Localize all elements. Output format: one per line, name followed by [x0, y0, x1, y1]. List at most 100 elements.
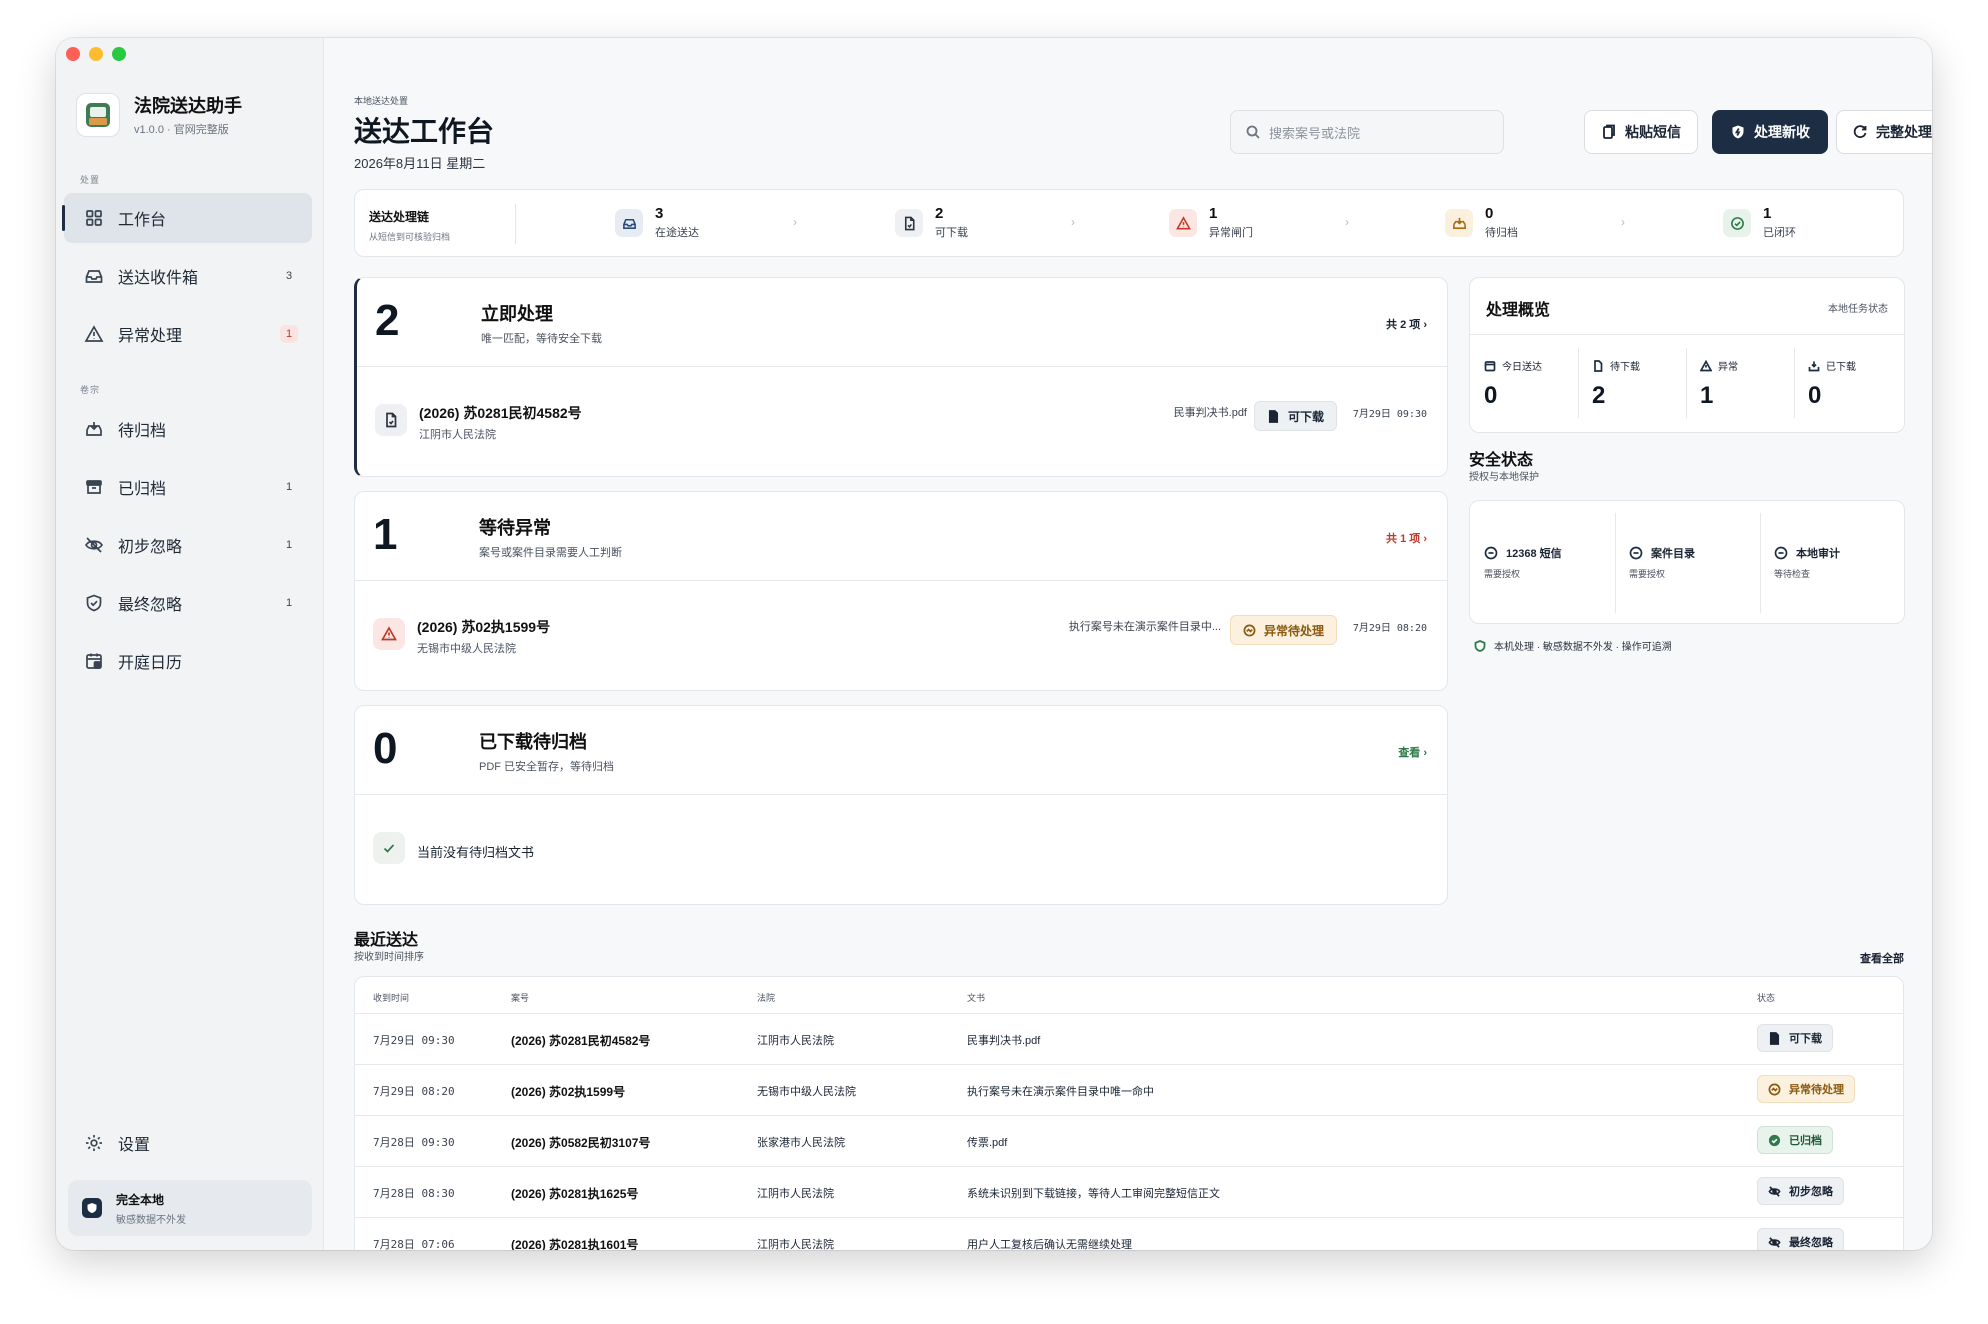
status-badge[interactable]: 可下载	[1757, 1024, 1833, 1052]
minimize-window-button[interactable]	[89, 47, 103, 61]
exception-chip-button[interactable]: 异常待处理	[1229, 615, 1337, 645]
handshake-icon	[1243, 624, 1256, 636]
check-circle-icon	[1768, 1134, 1781, 1146]
security-audit[interactable]: 本地审计 等待检查	[1760, 501, 1905, 625]
security-title: 安全状态	[1469, 452, 1534, 469]
table-row[interactable]: 7月29日 09:30 (2026) 苏0281民初4582号 江阴市人民法院 …	[355, 1014, 1903, 1065]
chain-title: 送达处理链	[369, 210, 430, 224]
sidebar-item-archived[interactable]: 已归档 1	[64, 462, 312, 512]
paste-sms-button[interactable]: 粘贴短信	[1584, 110, 1698, 154]
warning-icon	[84, 325, 104, 342]
overview-value: 2	[1592, 382, 1606, 409]
archive-view-link[interactable]: 查看 ›	[1398, 744, 1427, 760]
document-name: 执行案号未在演示案件目录中...	[1068, 621, 1221, 633]
security-sms[interactable]: 12368 短信 需要授权	[1470, 501, 1615, 625]
sidebar-item-initial-ignore[interactable]: 初步忽略 1	[64, 520, 312, 570]
cell-court: 张家港市人民法院	[757, 1137, 845, 1149]
complete-process-button[interactable]: 完整处理	[1836, 110, 1932, 154]
security-case-dir[interactable]: 案件目录 需要授权	[1615, 501, 1760, 625]
security-status: 等待检查	[1774, 569, 1811, 579]
zoom-window-button[interactable]	[112, 47, 126, 61]
search-input[interactable]: 搜索案号或法院	[1230, 110, 1504, 154]
status-badge[interactable]: 异常待处理	[1757, 1075, 1855, 1103]
file-download-icon	[1268, 409, 1279, 423]
app-name: 法院送达助手	[134, 96, 242, 116]
immediate-more-link[interactable]: 共 2 项 ›	[1386, 316, 1427, 332]
cell-court: 江阴市人民法院	[757, 1035, 834, 1047]
more-label: 查看	[1398, 747, 1421, 759]
chain-step-in-transit[interactable]: 3 在途送达	[615, 206, 699, 240]
overview-to-download[interactable]: 待下载 2	[1578, 334, 1686, 434]
nav-count-badge: 3	[285, 270, 293, 282]
cell-case: (2026) 苏0281执1601号	[511, 1238, 639, 1250]
abnormal-more-link[interactable]: 共 1 项 ›	[1386, 530, 1427, 546]
overview-note: 本地任务状态	[1828, 304, 1888, 315]
sidebar-item-pending-archive[interactable]: 待归档	[64, 404, 312, 454]
view-all-link[interactable]: 查看全部	[1784, 950, 1904, 966]
download-chip-button[interactable]: 可下载	[1253, 401, 1337, 431]
security-note-text: 本机处理 · 敏感数据不外发 · 操作可追溯	[1494, 642, 1672, 653]
settings-label: 设置	[118, 1137, 151, 1154]
case-number[interactable]: (2026) 苏02执1599号	[417, 617, 550, 637]
cell-case: (2026) 苏0281民初4582号	[511, 1034, 651, 1048]
status-badge[interactable]: 已归档	[1757, 1126, 1833, 1154]
chevron-right-icon: ›	[1071, 215, 1075, 229]
chain-step-closed[interactable]: 1 已闭环	[1723, 206, 1796, 240]
sidebar-item-label: 送达收件箱	[118, 270, 199, 287]
table-row[interactable]: 7月28日 08:30 (2026) 苏0281执1625号 江阴市人民法院 系…	[355, 1167, 1903, 1218]
sidebar-item-exceptions[interactable]: 异常处理 1	[64, 309, 312, 359]
immediate-sub: 唯一匹配，等待安全下载	[481, 333, 602, 345]
overview-downloaded[interactable]: 已下载 0	[1794, 334, 1902, 434]
column-header: 状态	[1757, 993, 1776, 1003]
window-controls	[66, 47, 126, 61]
cell-time: 7月29日 08:20	[373, 1085, 455, 1098]
paste-sms-label: 粘贴短信	[1625, 124, 1681, 140]
immediate-count: 2	[375, 296, 400, 345]
document-icon	[375, 404, 407, 436]
nav-count-badge: 1	[285, 481, 293, 493]
table-row[interactable]: 7月29日 08:20 (2026) 苏02执1599号 无锡市中级人民法院 执…	[355, 1065, 1903, 1116]
more-label: 共 1 项	[1386, 533, 1421, 545]
document-icon	[895, 209, 923, 237]
status-label: 最终忽略	[1789, 1237, 1833, 1249]
page-date: 2026年8月11日 星期二	[354, 156, 486, 171]
archive-sub: PDF 已安全暂存，等待归档	[479, 761, 615, 773]
sidebar-item-label: 异常处理	[118, 328, 183, 345]
chain-step-downloadable[interactable]: 2 可下载	[895, 206, 968, 240]
sidebar-item-settings[interactable]: 设置	[64, 1123, 312, 1163]
cell-document: 系统未识别到下载链接，等待人工审阅完整短信正文	[967, 1188, 1220, 1200]
overview-today[interactable]: 今日送达 0	[1470, 334, 1578, 434]
table-row[interactable]: 7月28日 09:30 (2026) 苏0582民初3107号 张家港市人民法院…	[355, 1116, 1903, 1167]
table-row[interactable]: 7月28日 07:06 (2026) 苏0281执1601号 江阴市人民法院 用…	[355, 1218, 1903, 1250]
cell-case: (2026) 苏0582民初3107号	[511, 1136, 651, 1150]
process-new-button[interactable]: 处理新收	[1712, 110, 1828, 154]
inbox-icon	[85, 270, 103, 283]
sidebar-item-inbox[interactable]: 送达收件箱 3	[64, 251, 312, 301]
gear-icon	[86, 1135, 102, 1151]
sidebar-item-calendar[interactable]: 开庭日历	[64, 636, 312, 686]
sidebar-item-workbench[interactable]: 工作台	[62, 193, 312, 243]
security-status: 需要授权	[1629, 569, 1666, 579]
cell-court: 无锡市中级人民法院	[757, 1086, 856, 1098]
close-window-button[interactable]	[66, 47, 80, 61]
brand: 法院送达助手 v1.0.0 · 官网完整版	[76, 92, 242, 137]
archive-tray-icon	[1445, 209, 1473, 237]
chain-step-exception-gate[interactable]: 1 异常闸门	[1169, 206, 1253, 240]
warning-icon	[1169, 209, 1197, 237]
sidebar-item-final-ignore[interactable]: 最终忽略 1	[64, 578, 312, 628]
divider	[1794, 348, 1795, 418]
case-number[interactable]: (2026) 苏0281民初4582号	[419, 403, 582, 423]
delivery-chain-bar: 送达处理链 从短信到可核验归档 3 在途送达 › 2 可下载 › 1 异常闸门 ›	[354, 189, 1904, 257]
archive-tray-icon	[1808, 361, 1820, 371]
more-label: 共 2 项	[1386, 319, 1421, 331]
overview-exceptions[interactable]: 异常 1	[1686, 334, 1794, 434]
step-count: 2	[935, 205, 944, 222]
status-badge[interactable]: 最终忽略	[1757, 1228, 1844, 1250]
divider	[1686, 348, 1687, 418]
chevron-right-icon: ›	[1621, 215, 1625, 229]
document-name: 民事判决书.pdf	[1173, 407, 1247, 419]
status-badge[interactable]: 初步忽略	[1757, 1177, 1844, 1205]
shield-bolt-icon	[1732, 125, 1744, 139]
refresh-icon	[1853, 125, 1867, 139]
chain-step-to-archive[interactable]: 0 待归档	[1445, 206, 1518, 240]
